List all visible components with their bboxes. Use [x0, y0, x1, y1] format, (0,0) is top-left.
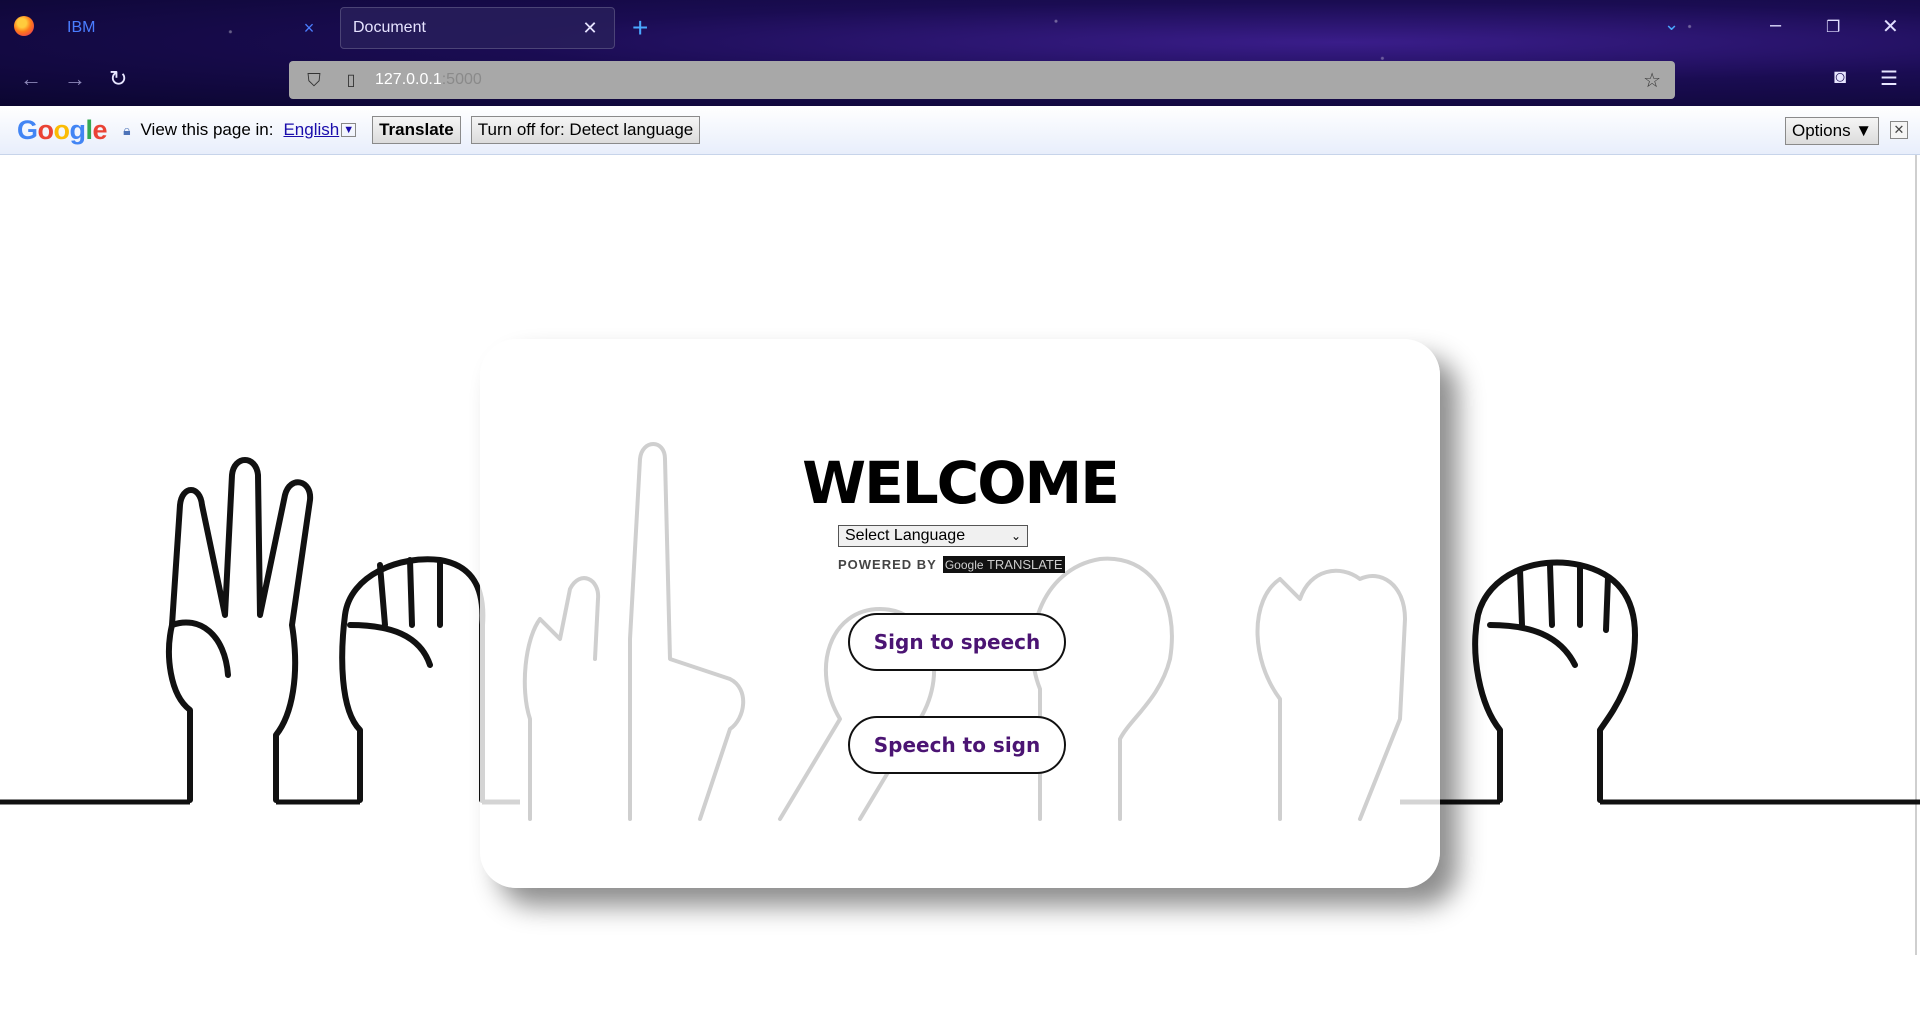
language-link[interactable]: English — [283, 120, 339, 140]
forward-icon[interactable]: → — [64, 66, 86, 92]
tab-label: Document — [353, 19, 426, 36]
restore-icon[interactable]: ❐ — [1826, 17, 1840, 37]
page-content: WELCOME Select Language ⌄ POWERED BY Goo… — [0, 155, 1920, 1020]
url-host: 127.0.0.1 — [375, 71, 442, 88]
tab-label: IBM — [67, 19, 96, 36]
new-tab-icon[interactable]: + — [632, 12, 648, 44]
language-select-value: Select Language — [845, 527, 966, 544]
pocket-icon[interactable]: ◙ — [1834, 66, 1846, 89]
tab-document[interactable]: Document ✕ — [340, 7, 615, 49]
speech-to-sign-button[interactable]: Speech to sign — [848, 716, 1066, 774]
translate-word: TRANSLATE — [986, 557, 1063, 572]
firefox-menu-icon[interactable] — [14, 16, 34, 36]
powered-by-label: POWERED BY — [838, 557, 937, 572]
turn-off-button[interactable]: Turn off for: Detect language — [470, 116, 701, 144]
sign-to-speech-button[interactable]: Sign to speech — [848, 613, 1066, 671]
back-icon[interactable]: ← — [20, 66, 42, 92]
shield-icon[interactable]: ⛉ — [303, 70, 325, 91]
tab-close-icon[interactable]: ✕ — [580, 18, 600, 39]
language-select[interactable]: Select Language ⌄ — [838, 525, 1028, 547]
view-page-in-label: View this page in: — [140, 120, 274, 139]
options-button[interactable]: Options ▼ — [1785, 117, 1880, 145]
minimize-icon[interactable]: – — [1770, 14, 1781, 37]
tab-close-icon[interactable]: × — [299, 18, 319, 39]
url-port: :5000 — [441, 71, 482, 88]
powered-by-google-translate: POWERED BY Google TRANSLATE — [838, 556, 1065, 573]
reload-icon[interactable]: ↻ — [109, 66, 127, 92]
bookmark-star-icon[interactable]: ☆ — [1643, 68, 1661, 93]
tab-ibm[interactable]: IBM × — [55, 7, 333, 49]
translate-button[interactable]: Translate — [372, 116, 461, 144]
url-text: 127.0.0.1:5000 — [375, 71, 482, 89]
welcome-card: WELCOME Select Language ⌄ POWERED BY Goo… — [480, 339, 1440, 888]
google-translate-badge[interactable]: Google TRANSLATE — [942, 556, 1065, 573]
google-translate-bar: Google 🔒︎ View this page in: English ▼ T… — [0, 106, 1920, 155]
lock-icon: 🔒︎ — [123, 121, 131, 138]
browser-chrome: IBM × Document ✕ + ⌄ – ❐ ✕ ← → ↻ ⛉ ▯ 127… — [0, 0, 1920, 106]
google-word: Google — [944, 558, 984, 572]
google-logo: Google — [17, 114, 108, 145]
close-translate-bar-icon[interactable]: ✕ — [1890, 121, 1908, 139]
hamburger-menu-icon[interactable]: ☰ — [1880, 66, 1898, 91]
chevron-down-icon: ⌄ — [1010, 529, 1021, 543]
language-dropdown-icon[interactable]: ▼ — [341, 123, 357, 137]
close-window-icon[interactable]: ✕ — [1882, 14, 1899, 39]
page-icon: ▯ — [346, 72, 356, 89]
page-title: WELCOME — [802, 449, 1120, 517]
url-bar[interactable]: ⛉ ▯ 127.0.0.1:5000 ☆ — [289, 61, 1675, 99]
list-all-tabs-icon[interactable]: ⌄ — [1664, 14, 1679, 35]
